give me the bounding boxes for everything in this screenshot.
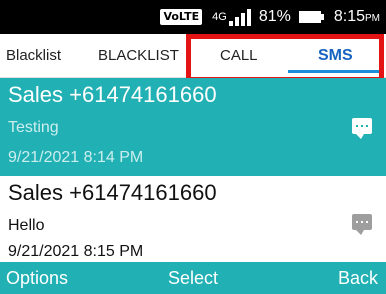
tab-blacklist-caps[interactable]: BLACKLIST [98, 34, 179, 78]
message-time: 9/21/2021 8:14 PM [8, 149, 144, 166]
message-body: Testing [8, 119, 59, 136]
volte-badge: VoLTE [160, 9, 203, 25]
chat-bubble-icon [352, 118, 372, 139]
select-softkey[interactable]: Select [168, 262, 218, 294]
message-sender: Sales +61474161660 [8, 180, 217, 205]
message-sender: Sales +61474161660 [8, 82, 217, 107]
message-item-selected[interactable]: Sales +61474161660 Testing 9/21/2021 8:1… [0, 78, 386, 176]
message-body: Hello [8, 217, 45, 234]
status-bar: VoLTE 4G 81% 8:15PM [0, 0, 386, 34]
chat-bubble-icon [352, 214, 372, 235]
clock-suffix: PM [365, 13, 380, 24]
tab-blacklist[interactable]: Blacklist [6, 34, 61, 78]
clock-time: 8:15 [333, 8, 365, 25]
network-type-label: 4G [212, 11, 227, 23]
tab-bar: Blacklist BLACKLIST CALL SMS [0, 34, 386, 78]
message-item[interactable]: Sales +61474161660 Hello 9/21/2021 8:15 … [0, 176, 386, 262]
back-softkey[interactable]: Back [338, 262, 378, 294]
options-softkey[interactable]: Options [6, 262, 68, 294]
message-time: 9/21/2021 8:15 PM [8, 243, 144, 260]
battery-percent: 81% [258, 8, 291, 25]
softkey-bar: Options Select Back [0, 262, 386, 294]
battery-icon [298, 11, 324, 23]
tab-call[interactable]: CALL [220, 34, 258, 78]
signal-strength-icon [228, 8, 251, 26]
active-tab-indicator [288, 70, 380, 73]
clock: 8:15PM [334, 8, 380, 26]
